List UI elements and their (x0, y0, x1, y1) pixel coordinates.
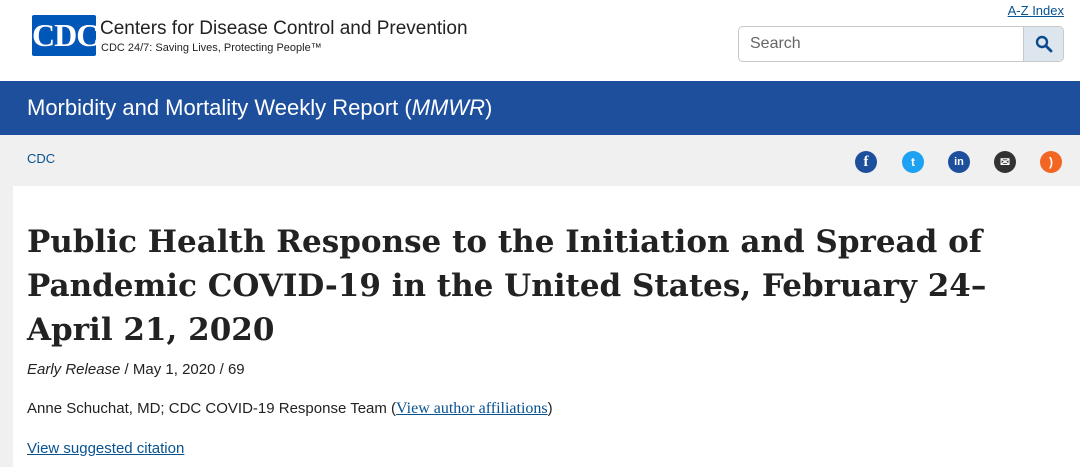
az-index-link[interactable]: A-Z Index (1008, 3, 1064, 18)
org-tagline: CDC 24/7: Saving Lives, Protecting Peopl… (101, 42, 322, 54)
breadcrumb-bar: CDC f t in ✉ ) (0, 135, 1080, 185)
email-icon[interactable]: ✉ (994, 151, 1016, 173)
mmwr-title-abbrev: MMWR (411, 95, 486, 120)
twitter-icon[interactable]: t (902, 151, 924, 173)
twitter-glyph: t (911, 155, 915, 169)
article-meta: Early Release / May 1, 2020 / 69 (27, 361, 245, 378)
view-affiliations-link[interactable]: View author affiliations (396, 400, 548, 417)
early-release-label: Early Release (27, 361, 121, 378)
search-icon (1035, 35, 1053, 53)
cdc-logo[interactable]: CDC (32, 15, 99, 56)
mmwr-title-main: Morbidity and Mortality Weekly Report ( (27, 95, 412, 120)
article-title: Public Health Response to the Initiation… (27, 224, 987, 348)
facebook-icon[interactable]: f (855, 151, 877, 173)
facebook-glyph: f (863, 154, 869, 170)
breadcrumb-cdc[interactable]: CDC (27, 151, 55, 166)
authors-end: ) (547, 400, 553, 417)
rss-icon[interactable]: ) (1040, 151, 1062, 173)
article-authors: Anne Schuchat, MD; CDC COVID-19 Response… (27, 400, 553, 418)
search-button[interactable] (1023, 27, 1063, 61)
search-input[interactable] (739, 27, 1023, 61)
release-date: / May 1, 2020 / 69 (120, 361, 245, 378)
linkedin-glyph: in (954, 156, 964, 168)
email-glyph: ✉ (999, 155, 1011, 169)
mmwr-title[interactable]: Morbidity and Mortality Weekly Report (M… (27, 95, 492, 121)
org-name[interactable]: Centers for Disease Control and Preventi… (100, 18, 468, 40)
cdc-logo-text: CDC (32, 17, 99, 53)
site-header: CDC Centers for Disease Control and Prev… (0, 0, 1080, 81)
view-citation-link[interactable]: View suggested citation (27, 440, 184, 457)
article-panel: Public Health Response to the Initiation… (13, 186, 1080, 467)
linkedin-icon[interactable]: in (948, 151, 970, 173)
mmwr-banner: Morbidity and Mortality Weekly Report (M… (0, 81, 1080, 135)
mmwr-title-end: ) (485, 95, 493, 120)
search-box (738, 26, 1064, 62)
rss-glyph: ) (1049, 155, 1053, 169)
author-names: Anne Schuchat, MD; CDC COVID-19 Response… (27, 400, 397, 417)
